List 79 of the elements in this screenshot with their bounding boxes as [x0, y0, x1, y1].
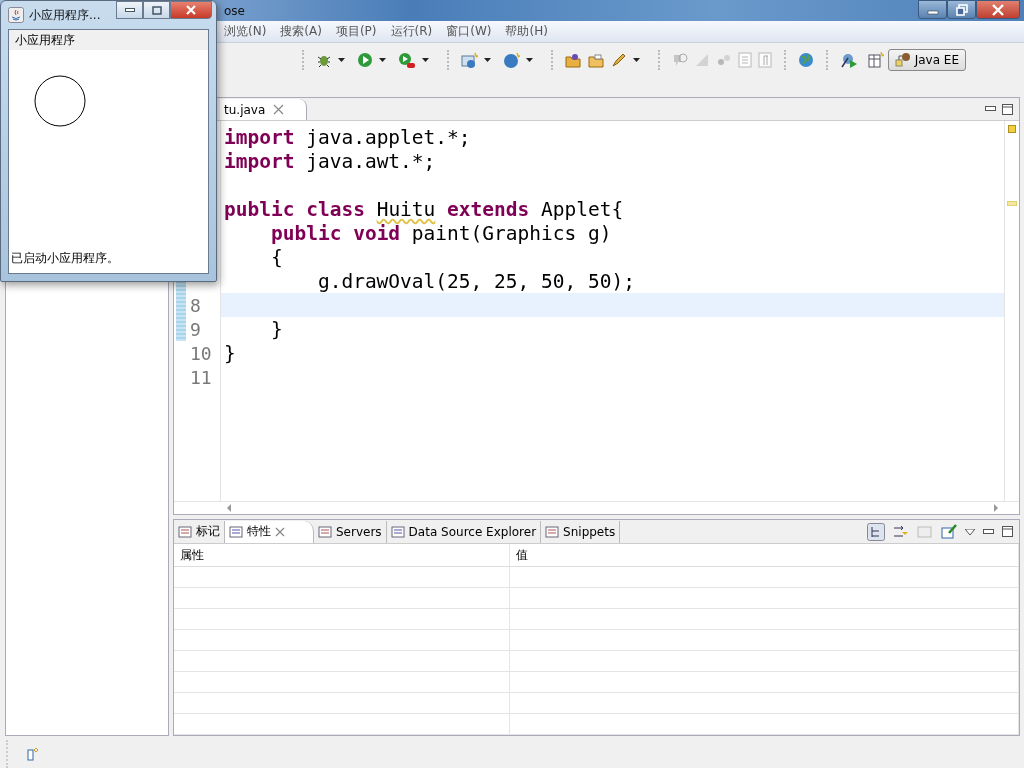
line-number: 8	[190, 294, 201, 316]
perspective-button[interactable]: Java EE	[887, 49, 966, 71]
code-line: public class Huitu extends Applet{	[224, 197, 624, 221]
dropdown-arrow-icon[interactable]	[484, 58, 491, 62]
close-button[interactable]	[170, 1, 212, 19]
tree-view-icon[interactable]	[867, 522, 885, 541]
window-title: 小应用程序...	[29, 6, 101, 24]
code-line: g.drawOval(25, 25, 50, 50);	[316, 269, 635, 293]
view-tab[interactable]: 特性	[225, 520, 314, 543]
menu-item[interactable]: 项目(P)	[335, 23, 377, 40]
column-header[interactable]: 值	[510, 544, 1019, 566]
pen-icon[interactable]	[611, 52, 627, 68]
line-number: 9	[190, 318, 201, 340]
minimize-icon	[124, 8, 135, 12]
ruler-marker	[1007, 201, 1017, 206]
menu-item[interactable]: 浏览(N)	[224, 23, 267, 40]
view-icon	[318, 524, 332, 539]
restore-icon	[955, 3, 968, 16]
maximize-icon	[151, 5, 162, 15]
line-number: 11	[190, 366, 212, 388]
close-icon	[185, 5, 197, 15]
dropdown-arrow-icon[interactable]	[379, 58, 386, 62]
scroll-left-icon[interactable]	[226, 504, 232, 512]
view-icon	[545, 524, 560, 539]
view-tab[interactable]: Snippets	[541, 520, 621, 543]
menu-item[interactable]: 窗口(W)	[446, 23, 492, 40]
circle-drawing	[34, 75, 86, 127]
scroll-right-icon[interactable]	[993, 504, 999, 512]
run-tool-icon[interactable]	[398, 51, 416, 69]
view-icon	[178, 524, 192, 539]
line-number: 10	[190, 342, 212, 364]
run-icon[interactable]	[357, 52, 373, 68]
open-perspective-icon[interactable]	[867, 52, 884, 68]
menu-item[interactable]: 帮助(H)	[505, 23, 548, 40]
window-title: ose	[224, 3, 246, 18]
editor-tab[interactable]: tu.java	[220, 99, 308, 120]
view-tab[interactable]: Data Source Explorer	[386, 520, 542, 543]
restore-button[interactable]	[947, 0, 976, 19]
code-line: }	[224, 341, 236, 365]
minimize-button[interactable]	[116, 1, 143, 19]
code-line: import java.applet.*;	[224, 125, 471, 149]
minimize-button[interactable]	[918, 0, 947, 19]
close-icon[interactable]	[275, 526, 285, 537]
globe-icon[interactable]	[798, 52, 814, 68]
dropdown-arrow-icon[interactable]	[422, 58, 429, 62]
view-menu-icon[interactable]	[965, 528, 975, 535]
minimize-icon[interactable]	[985, 106, 996, 112]
new-server-icon[interactable]	[461, 51, 478, 69]
run-on-server-icon[interactable]	[840, 52, 858, 68]
dropdown-arrow-icon[interactable]	[526, 58, 533, 62]
filter-arrows-icon[interactable]	[893, 523, 909, 540]
java-ee-icon	[894, 52, 911, 68]
code-line: public void paint(Graphics g)	[269, 221, 612, 245]
maximize-button[interactable]	[143, 1, 170, 19]
warning-marker-icon	[1008, 125, 1016, 133]
edit-icon[interactable]	[941, 523, 957, 540]
column-header[interactable]: 属性	[174, 544, 510, 566]
close-button[interactable]	[976, 0, 1020, 19]
maximize-icon[interactable]	[1002, 526, 1013, 537]
code-line: {	[269, 245, 283, 269]
menu-item[interactable]: 运行(R)	[390, 23, 433, 40]
code-line: import java.awt.*;	[224, 149, 436, 173]
folder-icon[interactable]	[588, 52, 605, 68]
close-icon[interactable]	[273, 104, 285, 115]
close-icon	[991, 3, 1005, 16]
view-icon	[390, 524, 405, 539]
code-line: }	[269, 317, 283, 341]
view-tab[interactable]: 标记	[174, 520, 225, 543]
view-icon	[229, 524, 243, 539]
new-service-icon[interactable]	[503, 51, 520, 69]
java-icon	[8, 7, 24, 23]
dropdown-arrow-icon[interactable]	[338, 58, 345, 62]
maximize-icon[interactable]	[1002, 103, 1013, 115]
dropdown-arrow-icon[interactable]	[633, 58, 640, 62]
open-folder-icon[interactable]	[565, 52, 582, 68]
minimize-icon[interactable]	[983, 528, 994, 535]
view-tab[interactable]: Servers	[314, 520, 387, 543]
menu-item[interactable]: 搜索(A)	[280, 23, 322, 40]
status-text: 已启动小应用程序。	[11, 250, 119, 267]
